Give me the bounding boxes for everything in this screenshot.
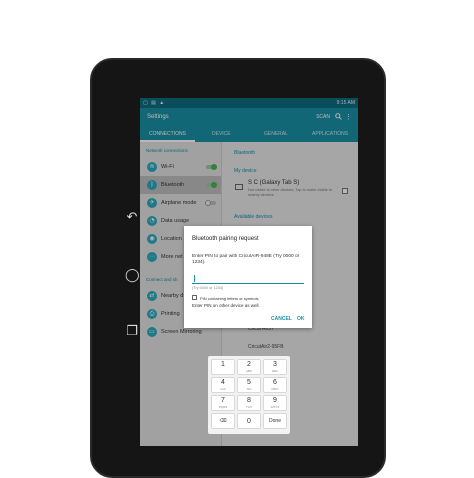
done-key[interactable]: Done bbox=[263, 413, 287, 429]
key-6[interactable]: 6 MNO bbox=[263, 377, 287, 393]
pairing-dialog: Bluetooth pairing request Enter PIN to p… bbox=[184, 226, 312, 328]
pin-letters-label: PIN containing letters or symbols bbox=[200, 295, 259, 301]
dialog-note: Enter PIN on other device as well. bbox=[192, 303, 260, 308]
key-1[interactable]: 1 bbox=[211, 359, 235, 375]
dialog-title: Bluetooth pairing request bbox=[192, 236, 259, 242]
backspace-key[interactable]: ⌫ bbox=[211, 413, 235, 429]
key-2[interactable]: 2 ABC bbox=[237, 359, 261, 375]
key-3[interactable]: 3 DEF bbox=[263, 359, 287, 375]
pin-input[interactable] bbox=[192, 274, 304, 284]
key-9[interactable]: 9 WXYZ bbox=[263, 395, 287, 411]
back-button[interactable]: ↶ bbox=[125, 210, 139, 225]
text-cursor bbox=[194, 275, 195, 282]
pin-letters-checkbox[interactable] bbox=[192, 295, 197, 300]
pin-hint: (Try 0000 or 1234) bbox=[192, 286, 224, 290]
home-button[interactable]: ◯ bbox=[125, 268, 140, 283]
key-7[interactable]: 7 PQRS bbox=[211, 395, 235, 411]
tablet-screen: ▢ ▤ ▲ 9:15 AM Settings SCAN ⋮ CONNECTION… bbox=[140, 98, 358, 446]
key-0[interactable]: 0 bbox=[237, 413, 261, 429]
numeric-keypad: 1 2 ABC 3 DEF 4 GHI 5 JKL 6 MNO 7 PQRS 8 TUV 9W… bbox=[208, 356, 290, 434]
dialog-message: Enter PIN to pair with CricutAIR-948E (T… bbox=[192, 254, 300, 265]
key-5[interactable]: 5 JKL bbox=[237, 377, 261, 393]
key-8[interactable]: 8 TUV bbox=[237, 395, 261, 411]
ok-button[interactable]: OK bbox=[297, 316, 305, 322]
cancel-button[interactable]: CANCEL bbox=[271, 316, 292, 322]
recent-apps-button[interactable]: ❐ bbox=[125, 324, 139, 339]
key-4[interactable]: 4 GHI bbox=[211, 377, 235, 393]
